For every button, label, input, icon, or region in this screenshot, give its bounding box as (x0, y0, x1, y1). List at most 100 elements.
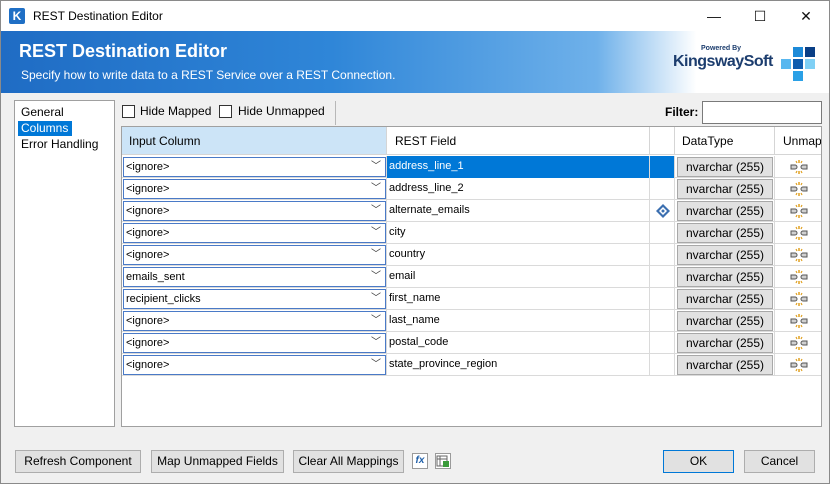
table-row[interactable]: emails_sent ﹀ email nvarchar (255) (122, 266, 821, 288)
table-row[interactable]: <ignore> ﹀ country nvarchar (255) (122, 244, 821, 266)
input-column-cell: <ignore> ﹀ (122, 178, 387, 200)
chevron-down-icon[interactable]: ﹀ (371, 290, 381, 308)
unmap-cell (775, 332, 821, 354)
unmap-icon[interactable] (789, 247, 809, 263)
unmap-icon[interactable] (789, 313, 809, 329)
table-row[interactable]: <ignore> ﹀ address_line_1 nvarchar (255) (122, 156, 821, 178)
export-mapping-icon[interactable] (435, 453, 451, 469)
header-rest-field[interactable]: REST Field (387, 127, 650, 155)
data-type-cell: nvarchar (255) (675, 310, 775, 332)
hide-mapped-label[interactable]: Hide Mapped (140, 104, 211, 118)
nav-item-error-handling[interactable]: Error Handling (18, 137, 102, 152)
clear-all-mappings-button[interactable]: Clear All Mappings (293, 450, 404, 473)
refresh-component-button[interactable]: Refresh Component (15, 450, 141, 473)
chevron-down-icon[interactable]: ﹀ (371, 356, 381, 374)
input-column-dropdown[interactable]: <ignore> ﹀ (123, 333, 386, 353)
hide-unmapped-checkbox[interactable] (219, 105, 232, 118)
banner-subtitle: Specify how to write data to a REST Serv… (21, 68, 396, 82)
hide-unmapped-label[interactable]: Hide Unmapped (238, 104, 325, 118)
nav-panel: General Columns Error Handling (14, 100, 115, 427)
input-column-dropdown[interactable]: <ignore> ﹀ (123, 157, 386, 177)
input-column-dropdown[interactable]: <ignore> ﹀ (123, 311, 386, 331)
input-column-dropdown[interactable]: <ignore> ﹀ (123, 355, 386, 375)
chevron-down-icon[interactable]: ﹀ (371, 202, 381, 220)
data-type-cell: nvarchar (255) (675, 156, 775, 178)
table-row[interactable]: <ignore> ﹀ postal_code nvarchar (255) (122, 332, 821, 354)
data-type-button[interactable]: nvarchar (255) (677, 201, 773, 221)
toolbar-separator (335, 101, 336, 125)
chevron-down-icon[interactable]: ﹀ (371, 158, 381, 176)
nav-item-general[interactable]: General (18, 105, 68, 120)
input-column-dropdown[interactable]: <ignore> ﹀ (123, 223, 386, 243)
data-type-button[interactable]: nvarchar (255) (677, 179, 773, 199)
table-row[interactable]: <ignore> ﹀ alternate_emails nvarchar (255) (122, 200, 821, 222)
data-type-cell: nvarchar (255) (675, 354, 775, 376)
field-icon-cell (650, 200, 675, 222)
unmap-icon[interactable] (789, 291, 809, 307)
chevron-down-icon[interactable]: ﹀ (371, 312, 381, 330)
expression-icon[interactable]: fx (412, 453, 428, 469)
input-column-dropdown[interactable]: <ignore> ﹀ (123, 245, 386, 265)
rest-field-cell: country (387, 244, 650, 266)
chevron-down-icon[interactable]: ﹀ (371, 334, 381, 352)
chevron-down-icon[interactable]: ﹀ (371, 268, 381, 286)
chevron-down-icon[interactable]: ﹀ (371, 180, 381, 198)
unmap-icon[interactable] (789, 203, 809, 219)
field-info-icon[interactable] (656, 204, 670, 218)
data-type-button[interactable]: nvarchar (255) (677, 289, 773, 309)
data-type-button[interactable]: nvarchar (255) (677, 157, 773, 177)
ok-button[interactable]: OK (663, 450, 734, 473)
table-row[interactable]: <ignore> ﹀ last_name nvarchar (255) (122, 310, 821, 332)
unmap-cell (775, 178, 821, 200)
filter-input[interactable] (702, 101, 822, 124)
map-unmapped-fields-button[interactable]: Map Unmapped Fields (151, 450, 284, 473)
input-column-dropdown[interactable]: <ignore> ﹀ (123, 201, 386, 221)
input-column-value: <ignore> (126, 161, 170, 173)
input-column-cell: emails_sent ﹀ (122, 266, 387, 288)
data-type-cell: nvarchar (255) (675, 200, 775, 222)
data-type-button[interactable]: nvarchar (255) (677, 223, 773, 243)
cancel-button[interactable]: Cancel (744, 450, 815, 473)
nav-item-columns[interactable]: Columns (18, 121, 73, 136)
maximize-button[interactable]: ☐ (737, 1, 783, 31)
chevron-down-icon[interactable]: ﹀ (371, 246, 381, 264)
unmap-icon[interactable] (789, 181, 809, 197)
header-data-type[interactable]: DataType (675, 127, 775, 155)
close-button[interactable]: ✕ (783, 1, 829, 31)
rest-field-cell: postal_code (387, 332, 650, 354)
unmap-cell (775, 156, 821, 178)
unmap-cell (775, 310, 821, 332)
window-title: REST Destination Editor (33, 9, 163, 23)
table-row[interactable]: <ignore> ﹀ state_province_region nvarchar (… (122, 354, 821, 376)
data-type-button[interactable]: nvarchar (255) (677, 355, 773, 375)
unmap-icon[interactable] (789, 335, 809, 351)
input-column-dropdown[interactable]: <ignore> ﹀ (123, 179, 386, 199)
field-icon-cell (650, 244, 675, 266)
input-column-cell: recipient_clicks ﹀ (122, 288, 387, 310)
chevron-down-icon[interactable]: ﹀ (371, 224, 381, 242)
table-row[interactable]: <ignore> ﹀ address_line_2 nvarchar (255) (122, 178, 821, 200)
data-type-button[interactable]: nvarchar (255) (677, 245, 773, 265)
unmap-cell (775, 200, 821, 222)
rest-field-cell: city (387, 222, 650, 244)
table-row[interactable]: recipient_clicks ﹀ first_name nvarchar (255… (122, 288, 821, 310)
column-mapping-grid: Input Column REST Field DataType Unmap <… (121, 126, 822, 427)
unmap-icon[interactable] (789, 159, 809, 175)
unmap-icon[interactable] (789, 225, 809, 241)
minimize-button[interactable]: — (691, 1, 737, 31)
unmap-icon[interactable] (789, 357, 809, 373)
input-column-value: emails_sent (126, 271, 185, 283)
data-type-button[interactable]: nvarchar (255) (677, 311, 773, 331)
header-input-column[interactable]: Input Column (122, 127, 387, 155)
data-type-button[interactable]: nvarchar (255) (677, 333, 773, 353)
data-type-button[interactable]: nvarchar (255) (677, 267, 773, 287)
filter-label: Filter: (665, 105, 699, 119)
input-column-cell: <ignore> ﹀ (122, 310, 387, 332)
input-column-dropdown[interactable]: emails_sent ﹀ (123, 267, 386, 287)
data-type-cell: nvarchar (255) (675, 222, 775, 244)
hide-mapped-checkbox[interactable] (122, 105, 135, 118)
unmap-icon[interactable] (789, 269, 809, 285)
header-unmap[interactable]: Unmap (775, 127, 821, 155)
input-column-dropdown[interactable]: recipient_clicks ﹀ (123, 289, 386, 309)
table-row[interactable]: <ignore> ﹀ city nvarchar (255) (122, 222, 821, 244)
